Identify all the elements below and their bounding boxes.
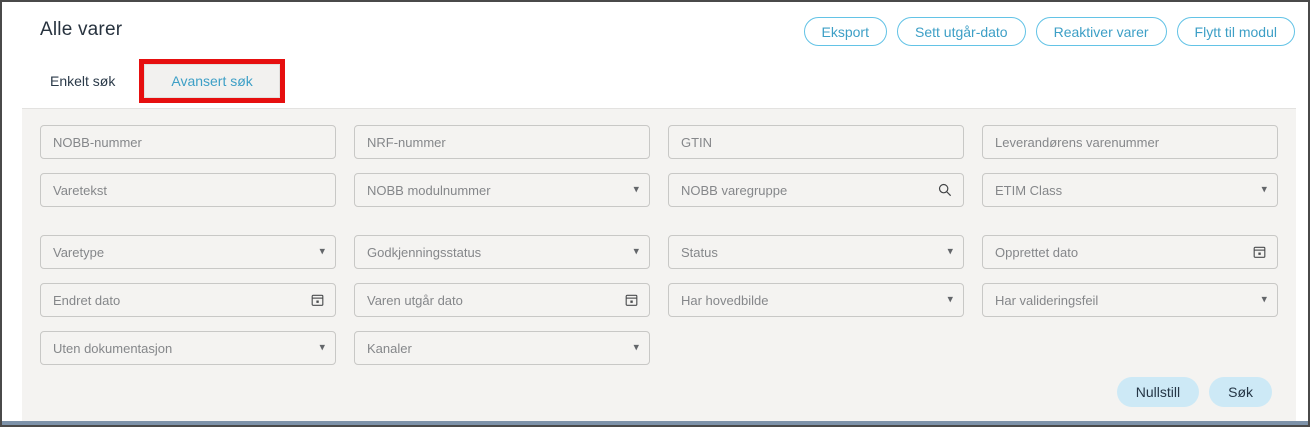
- field-varen-utgar-dato[interactable]: [354, 283, 650, 317]
- calendar-icon[interactable]: [310, 293, 325, 308]
- red-highlight-annotation: Avansert søk: [139, 59, 284, 103]
- field-opprettet-dato[interactable]: [982, 235, 1278, 269]
- bottom-divider-bar: [2, 421, 1308, 425]
- search-icon[interactable]: [937, 182, 953, 198]
- field-uten-dokumentasjon[interactable]: ▾: [40, 331, 336, 365]
- page-header: Alle varer Eksport Sett utgår-dato Reakt…: [2, 2, 1308, 46]
- field-endret-dato[interactable]: [40, 283, 336, 317]
- search-fields-group-2: ▾ ▾ ▾ ▾ ▾ ▾ ▾: [40, 235, 1278, 365]
- reaktiver-varer-button[interactable]: Reaktiver varer: [1036, 17, 1167, 46]
- field-kanaler[interactable]: ▾: [354, 331, 650, 365]
- field-etim-class[interactable]: ▾: [982, 173, 1278, 207]
- caret-down-icon[interactable]: ▾: [633, 343, 639, 354]
- varen-utgar-dato-input[interactable]: [354, 283, 650, 317]
- nrf-nummer-input[interactable]: [354, 125, 650, 159]
- endret-dato-input[interactable]: [40, 283, 336, 317]
- field-nobb-nummer[interactable]: [40, 125, 336, 159]
- field-nobb-modulnummer[interactable]: ▾: [354, 173, 650, 207]
- caret-down-icon[interactable]: ▾: [947, 295, 953, 306]
- gtin-input[interactable]: [668, 125, 964, 159]
- caret-down-icon[interactable]: ▾: [947, 247, 953, 258]
- nullstill-button[interactable]: Nullstill: [1117, 377, 1199, 407]
- uten-dokumentasjon-input[interactable]: [40, 331, 336, 365]
- har-hovedbilde-input[interactable]: [668, 283, 964, 317]
- header-action-buttons: Eksport Sett utgår-dato Reaktiver varer …: [804, 17, 1295, 46]
- kanaler-input[interactable]: [354, 331, 650, 365]
- varetype-input[interactable]: [40, 235, 336, 269]
- godkjenningsstatus-input[interactable]: [354, 235, 650, 269]
- field-gtin[interactable]: [668, 125, 964, 159]
- search-fields-group-1: ▾▾: [40, 125, 1278, 207]
- tab-avansert-sok[interactable]: Avansert søk: [144, 64, 279, 98]
- tab-enkelt-sok[interactable]: Enkelt søk: [50, 63, 115, 99]
- flytt-til-modul-button[interactable]: Flytt til modul: [1177, 17, 1295, 46]
- search-tabs: Enkelt søk Avansert søk: [50, 56, 1308, 106]
- caret-down-icon[interactable]: ▾: [633, 185, 639, 196]
- alle-varer-window: Alle varer Eksport Sett utgår-dato Reakt…: [0, 0, 1310, 427]
- varetekst-input[interactable]: [40, 173, 336, 207]
- caret-down-icon[interactable]: ▾: [1261, 295, 1267, 306]
- nobb-nummer-input[interactable]: [40, 125, 336, 159]
- har-valideringsfeil-input[interactable]: [982, 283, 1278, 317]
- page-title: Alle varer: [40, 17, 122, 41]
- etim-class-input[interactable]: [982, 173, 1278, 207]
- caret-down-icon[interactable]: ▾: [1261, 185, 1267, 196]
- status-input[interactable]: [668, 235, 964, 269]
- nobb-modulnummer-input[interactable]: [354, 173, 650, 207]
- sok-button[interactable]: Søk: [1209, 377, 1272, 407]
- nobb-varegruppe-input[interactable]: [668, 173, 964, 207]
- field-varetekst[interactable]: [40, 173, 336, 207]
- caret-down-icon[interactable]: ▾: [633, 247, 639, 258]
- calendar-icon[interactable]: [1252, 245, 1267, 260]
- eksport-button[interactable]: Eksport: [804, 17, 887, 46]
- field-leverandorens-varenummer[interactable]: [982, 125, 1278, 159]
- field-godkjenningsstatus[interactable]: ▾: [354, 235, 650, 269]
- field-varetype[interactable]: ▾: [40, 235, 336, 269]
- caret-down-icon[interactable]: ▾: [319, 343, 325, 354]
- field-nobb-varegruppe[interactable]: [668, 173, 964, 207]
- field-status[interactable]: ▾: [668, 235, 964, 269]
- sett-utgar-dato-button[interactable]: Sett utgår-dato: [897, 17, 1026, 46]
- field-har-hovedbilde[interactable]: ▾: [668, 283, 964, 317]
- opprettet-dato-input[interactable]: [982, 235, 1278, 269]
- form-footer: Nullstill Søk: [40, 377, 1278, 407]
- leverandorens-varenummer-input[interactable]: [982, 125, 1278, 159]
- advanced-search-panel: ▾▾ ▾▾▾▾▾▾▾ Nullstill Søk: [22, 108, 1296, 421]
- field-nrf-nummer[interactable]: [354, 125, 650, 159]
- field-har-valideringsfeil[interactable]: ▾: [982, 283, 1278, 317]
- caret-down-icon[interactable]: ▾: [319, 247, 325, 258]
- calendar-icon[interactable]: [624, 293, 639, 308]
